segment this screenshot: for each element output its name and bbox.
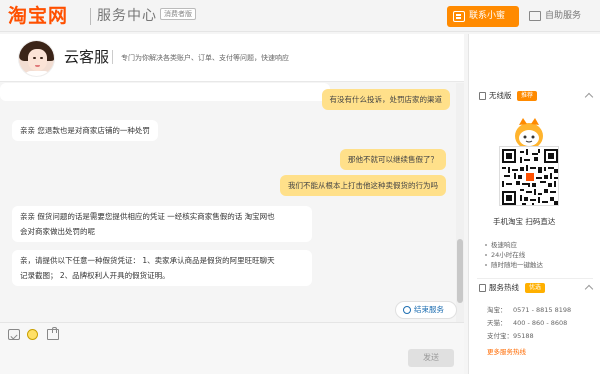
feature-item: 极速响应 <box>485 241 517 249</box>
more-hotlines-link[interactable]: 更多服务热线 <box>487 347 526 357</box>
message-text: 那他不就可以继续售假了？ <box>348 155 438 164</box>
agent-avatar <box>18 40 55 77</box>
agent-description: 专门为你解决各类账户、订单、支付等问题，快速响应 <box>121 54 289 62</box>
message-agent: 亲亲 假货问题的话是需要您提供相应的凭证 一经核实商家售假的话 淘宝网也 会对商… <box>12 206 312 242</box>
emoji-icon[interactable] <box>27 329 38 340</box>
tab-self-service[interactable]: 自助服务 <box>525 6 595 27</box>
recommend-badge: 推荐 <box>517 91 538 101</box>
tab-contact-assistant-label: 联系小蜜 <box>469 11 506 21</box>
phone-icon <box>479 92 486 100</box>
section-divider <box>477 278 593 279</box>
hotline-number: 0571 - 8815 8198 <box>513 306 572 314</box>
image-icon[interactable] <box>8 329 20 340</box>
feature-item: 24小时在线 <box>484 251 526 259</box>
chevron-up-icon[interactable] <box>584 92 594 102</box>
agent-divider <box>112 50 113 64</box>
message-text: 亲亲 您退款也是对商家店铺的一种处罚 <box>20 126 150 135</box>
message-user: 有没有什么投诉，处罚店家的渠道 <box>321 89 450 110</box>
feature-item: 随时随地一键触达 <box>485 261 543 269</box>
send-button[interactable]: 发送 <box>408 349 454 367</box>
message-partial-bubble <box>0 83 330 101</box>
message-agent: 亲，请提供以下任意一种假货凭证： 1、卖家承认商品是假货的阿里旺旺聊天 记录截图… <box>12 250 312 286</box>
end-service-label: 结束服务 <box>414 305 444 314</box>
message-input-area[interactable]: 发送 <box>0 322 464 374</box>
message-text: 有没有什么投诉，处罚店家的渠道 <box>329 95 443 104</box>
taobao-logo[interactable]: 淘宝网 <box>8 4 68 28</box>
chevron-up-icon[interactable] <box>584 284 594 294</box>
chat-scrollbar[interactable] <box>456 83 464 323</box>
message-list[interactable]: 有没有什么投诉，处罚店家的渠道 亲亲 您退款也是对商家店铺的一种处罚 那他不就可… <box>0 83 456 323</box>
end-service-button[interactable]: 结束服务 <box>395 301 457 319</box>
qr-code-image <box>502 149 558 205</box>
app-window: 淘宝网 服务中心 消费者版 联系小蜜 自助服务 云客服 专门为你解决各类账户、订… <box>0 0 600 374</box>
preferred-badge: 优选 <box>525 283 546 293</box>
edition-badge: 消费者版 <box>160 8 196 20</box>
wireless-title: 无线版 <box>489 91 512 100</box>
agent-name: 云客服 <box>64 48 110 66</box>
sidebar: 无线版 推荐 手机淘宝 扫码直达 极速响应 24小时在线 随时随地一键触达 服务… <box>468 34 600 374</box>
hotline-label: 天猫： <box>487 319 507 327</box>
chat-header: 云客服 专门为你解决各类账户、订单、支付等问题，快速响应 <box>0 34 464 82</box>
monitor-icon <box>529 11 541 21</box>
hotline-row: 支付宝： 95188 <box>487 331 534 342</box>
hotline-label: 淘宝： <box>487 306 507 314</box>
qr-code <box>499 146 559 206</box>
logo-divider <box>90 8 91 25</box>
hotline-number: 95188 <box>513 332 534 340</box>
message-text: 我们不能从根本上打击他这种卖假货的行为吗 <box>288 181 438 190</box>
phone-icon <box>479 284 486 292</box>
message-user: 那他不就可以继续售假了？ <box>340 149 446 170</box>
service-center-title: 服务中心 <box>97 8 157 24</box>
power-icon <box>403 306 411 314</box>
message-line: 亲亲 假货问题的话是需要您提供相应的凭证 一经核实商家售假的话 淘宝网也 <box>20 212 275 221</box>
scan-text: 手机淘宝 扫码直达 <box>493 217 556 226</box>
hotline-row: 淘宝： 0571 - 8815 8198 <box>487 305 571 316</box>
hotline-section-title: 服务热线 <box>479 282 519 294</box>
message-line: 亲，请提供以下任意一种假货凭证： 1、卖家承认商品是假货的阿里旺旺聊天 <box>20 256 275 265</box>
file-icon[interactable] <box>47 327 59 340</box>
wireless-section-title: 无线版 <box>479 90 512 102</box>
tab-contact-assistant[interactable]: 联系小蜜 <box>447 6 519 27</box>
message-user: 我们不能从根本上打击他这种卖假货的行为吗 <box>280 175 446 196</box>
hotline-label: 支付宝： <box>487 332 513 340</box>
message-agent: 亲亲 您退款也是对商家店铺的一种处罚 <box>12 120 158 141</box>
tab-self-service-label: 自助服务 <box>545 11 582 21</box>
scrollbar-thumb[interactable] <box>457 239 463 303</box>
hotline-row: 天猫： 400 - 860 - 8608 <box>487 318 567 329</box>
chat-icon <box>453 11 465 22</box>
hotline-number: 400 - 860 - 8608 <box>513 319 568 327</box>
message-line: 会对商家做出处罚的呢 <box>20 227 95 236</box>
top-bar: 淘宝网 服务中心 消费者版 联系小蜜 自助服务 <box>0 0 600 32</box>
hotline-title: 服务热线 <box>489 283 519 292</box>
message-line: 记录截图； 2、品牌权利人开具的假货证明。 <box>20 271 170 280</box>
